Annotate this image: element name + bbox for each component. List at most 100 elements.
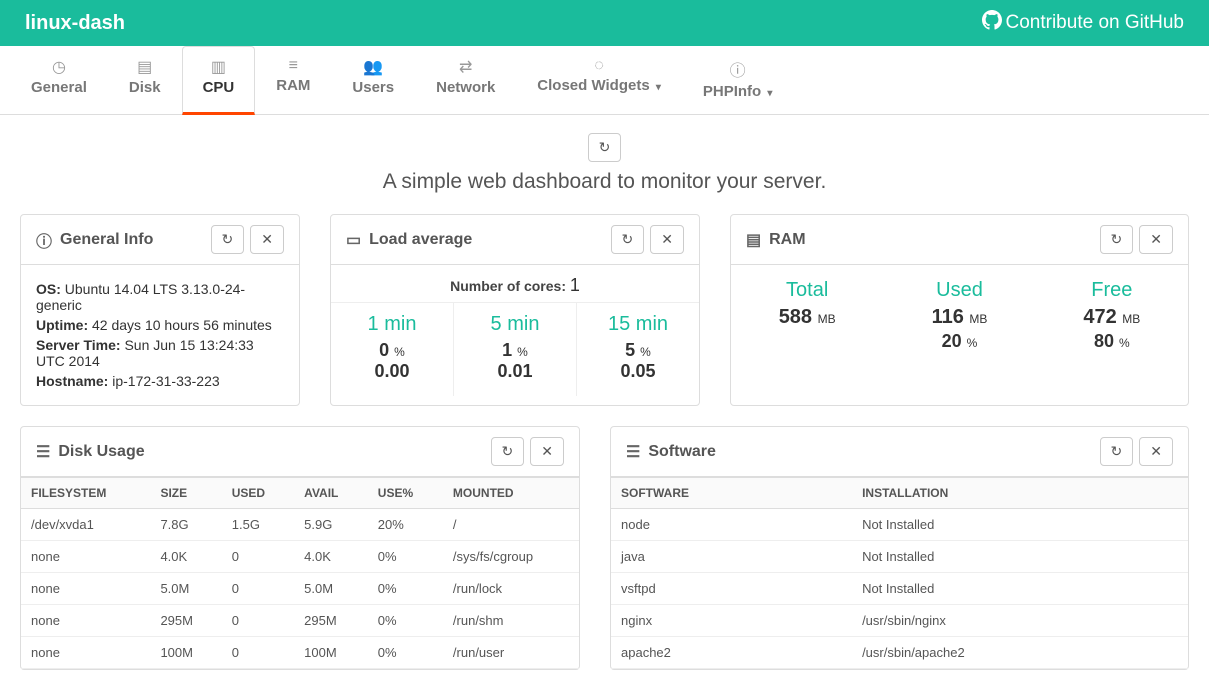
tab-icon: ▥	[203, 57, 235, 77]
laptop-icon: ▭	[346, 230, 361, 250]
refresh-icon: ↻	[502, 443, 514, 459]
load-refresh-button[interactable]: ↻	[611, 225, 645, 254]
disk-usage-panel: ☰ Disk Usage ↻ ✕ FILESYSTEMSIZEUSEDAVAIL…	[20, 426, 580, 670]
tab-general[interactable]: ◷General	[10, 46, 108, 115]
software-close-button[interactable]: ✕	[1139, 437, 1173, 466]
table-cell: none	[21, 605, 150, 637]
tab-users[interactable]: 👥Users	[331, 46, 415, 115]
close-icon: ✕	[261, 231, 273, 247]
table-cell: none	[21, 541, 150, 573]
cores-line: Number of cores: 1	[331, 265, 699, 302]
tab-label: Users	[352, 79, 394, 96]
table-header: INSTALLATION	[852, 478, 1188, 509]
tab-icon: ◷	[31, 57, 87, 77]
close-icon: ✕	[661, 231, 673, 247]
table-cell: 0%	[368, 605, 443, 637]
table-cell: none	[21, 637, 150, 669]
general-refresh-button[interactable]: ↻	[211, 225, 245, 254]
caret-icon: ▾	[656, 82, 661, 93]
software-title: Software	[648, 443, 716, 461]
software-refresh-button[interactable]: ↻	[1100, 437, 1134, 466]
close-icon: ✕	[1150, 443, 1162, 459]
table-header: USE%	[368, 478, 443, 509]
table-row: /dev/xvda17.8G1.5G5.9G20%/	[21, 509, 579, 541]
table-cell: 0%	[368, 637, 443, 669]
table-cell: nginx	[611, 605, 852, 637]
global-refresh-bar: ↻	[0, 115, 1209, 170]
table-cell: /usr/sbin/apache2	[852, 637, 1188, 669]
table-cell: /run/shm	[443, 605, 579, 637]
load-title: Load average	[369, 231, 472, 249]
table-row: none5.0M05.0M0%/run/lock	[21, 573, 579, 605]
ram-panel: ▤ RAM ↻ ✕ Total 588 MB Used 116 MB 20 %	[730, 214, 1189, 406]
table-row: nginx/usr/sbin/nginx	[611, 605, 1188, 637]
table-row: none295M0295M0%/run/shm	[21, 605, 579, 637]
ram-total-col: Total 588 MB	[731, 279, 883, 352]
info-icon: ⓘ	[36, 228, 52, 252]
table-row: none4.0K04.0K0%/sys/fs/cgroup	[21, 541, 579, 573]
table-cell: 7.8G	[150, 509, 221, 541]
refresh-icon: ↻	[1111, 443, 1123, 459]
general-info-panel: ⓘ General Info ↻ ✕ OS: Ubuntu 14.04 LTS …	[20, 214, 300, 406]
table-cell: 0%	[368, 573, 443, 605]
tab-disk[interactable]: ▤Disk	[108, 46, 182, 115]
table-cell: 4.0K	[150, 541, 221, 573]
tab-ram[interactable]: ≡ RAM	[255, 46, 331, 115]
table-cell: 4.0K	[294, 541, 368, 573]
list-icon: ☰	[36, 442, 50, 462]
tab-icon: ⓘ	[703, 57, 773, 81]
load-average-panel: ▭ Load average ↻ ✕ Number of cores: 1 1 …	[330, 214, 700, 406]
table-cell: Not Installed	[852, 541, 1188, 573]
hostname-line: Hostname: ip-172-31-33-223	[36, 373, 284, 389]
tab-network[interactable]: ⇄Network	[415, 46, 516, 115]
tab-icon: ◌	[537, 57, 661, 75]
top-header: linux-dash Contribute on GitHub	[0, 0, 1209, 46]
table-cell: none	[21, 573, 150, 605]
ram-close-button[interactable]: ✕	[1139, 225, 1173, 254]
disk-close-button[interactable]: ✕	[530, 437, 564, 466]
tab-label: Network	[436, 79, 495, 96]
tab-phpinfo[interactable]: ⓘPHPInfo ▾	[682, 46, 794, 115]
close-icon: ✕	[1150, 231, 1162, 247]
servertime-line: Server Time: Sun Jun 15 13:24:33 UTC 201…	[36, 337, 284, 369]
general-close-button[interactable]: ✕	[250, 225, 284, 254]
uptime-line: Uptime: 42 days 10 hours 56 minutes	[36, 317, 284, 333]
table-cell: /usr/sbin/nginx	[852, 605, 1188, 637]
tab-label: CPU	[203, 79, 235, 96]
tab-label: RAM	[276, 77, 310, 94]
table-cell: java	[611, 541, 852, 573]
table-cell: 1.5G	[222, 509, 294, 541]
ram-refresh-button[interactable]: ↻	[1100, 225, 1134, 254]
os-line: OS: Ubuntu 14.04 LTS 3.13.0-24-generic	[36, 281, 284, 313]
ram-used-col: Used 116 MB 20 %	[883, 279, 1035, 352]
table-cell: 100M	[294, 637, 368, 669]
table-cell: 5.0M	[294, 573, 368, 605]
tab-closed-widgets[interactable]: ◌ Closed Widgets ▾	[516, 46, 682, 115]
ram-title: RAM	[769, 231, 805, 249]
close-icon: ✕	[541, 443, 553, 459]
tab-icon: ≡	[276, 57, 310, 75]
general-info-title: General Info	[60, 231, 153, 249]
table-row: none100M0100M0%/run/user	[21, 637, 579, 669]
caret-icon: ▾	[767, 88, 772, 99]
load-close-button[interactable]: ✕	[650, 225, 684, 254]
global-refresh-button[interactable]: ↻	[588, 133, 622, 162]
table-cell: 0	[222, 605, 294, 637]
table-cell: 295M	[294, 605, 368, 637]
table-cell: /run/user	[443, 637, 579, 669]
refresh-icon: ↻	[222, 231, 234, 247]
table-cell: apache2	[611, 637, 852, 669]
refresh-icon: ↻	[622, 231, 634, 247]
load-col: 1 min0 %0.00	[331, 303, 454, 396]
github-link[interactable]: Contribute on GitHub	[982, 10, 1185, 36]
table-cell: 0	[222, 637, 294, 669]
tab-cpu[interactable]: ▥ CPU	[182, 46, 256, 115]
tab-label: Closed Widgets ▾	[537, 77, 661, 94]
tab-icon: ▤	[129, 57, 161, 77]
load-col: 15 min5 %0.05	[577, 303, 699, 396]
table-row: nodeNot Installed	[611, 509, 1188, 541]
list-icon: ☰	[626, 442, 640, 462]
table-row: vsftpdNot Installed	[611, 573, 1188, 605]
load-col: 5 min1 %0.01	[454, 303, 577, 396]
disk-refresh-button[interactable]: ↻	[491, 437, 525, 466]
